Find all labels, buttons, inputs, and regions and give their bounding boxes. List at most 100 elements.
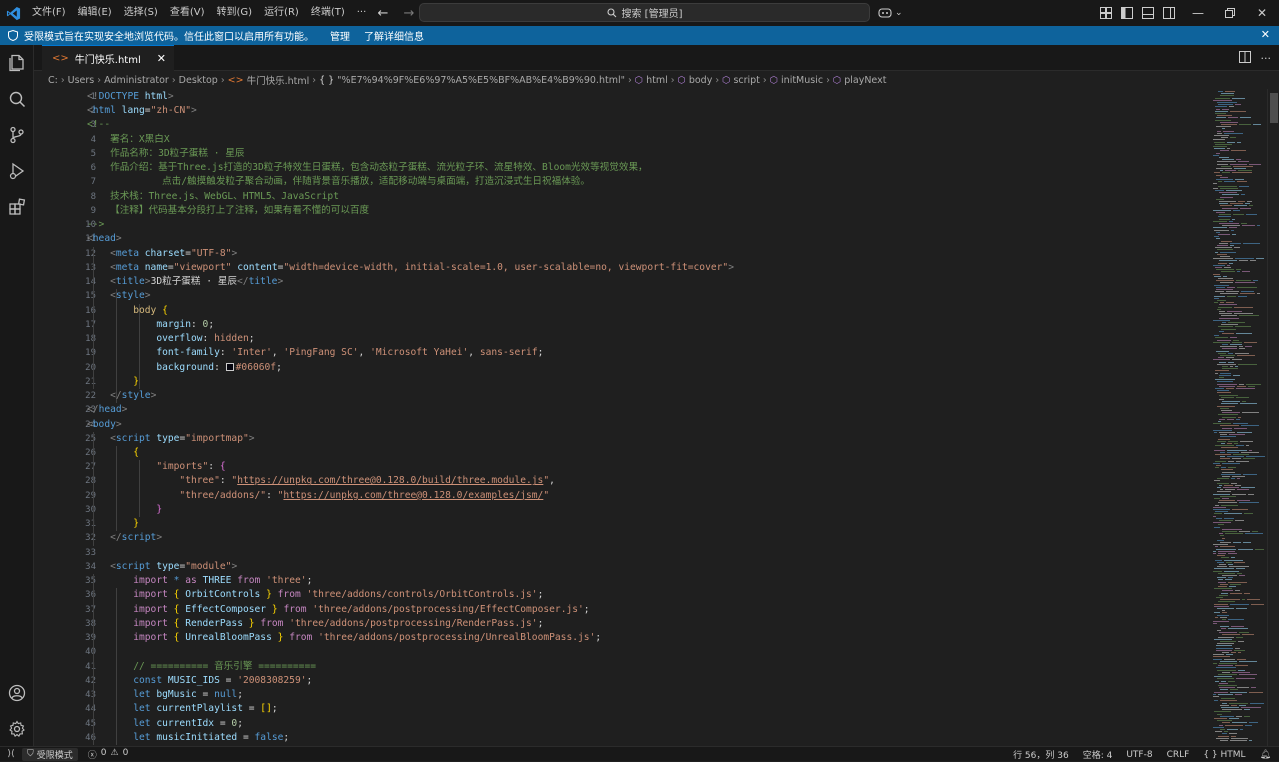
menu-edit[interactable]: 编辑(E) [72, 0, 118, 26]
code-line[interactable]: </script> [87, 531, 162, 545]
code-line[interactable]: import { EffectComposer } from 'three/ad… [87, 603, 589, 617]
code-line[interactable]: <!DOCTYPE html> [87, 90, 174, 104]
menu-terminal[interactable]: 终端(T) [305, 0, 351, 26]
encoding[interactable]: UTF-8 [1126, 750, 1152, 760]
code-line[interactable]: "imports": { [87, 460, 225, 474]
toggle-panel-icon[interactable] [1140, 5, 1156, 21]
code-line[interactable]: overflow: hidden; [87, 332, 254, 346]
line-ending[interactable]: CRLF [1167, 750, 1190, 760]
customize-layout-icon[interactable] [1098, 5, 1114, 21]
code-line[interactable]: 署名：X黑白X [87, 133, 170, 147]
code-area[interactable]: <!DOCTYPE html> <html lang="zh-CN"> <!-- 署… [87, 89, 1187, 746]
breadcrumb-encoded-name[interactable]: "%E7%94%9F%E6%97%A5%E5%BF%AB%E4%B9%90.ht… [337, 75, 625, 86]
code-line[interactable]: 技术栈：Three.js、WebGL、HTML5、JavaScript [87, 190, 339, 204]
code-line[interactable]: 点击/触摸触发粒子聚合动画，伴随背景音乐播放，适配移动端与桌面端，打造沉浸式生日… [87, 175, 590, 189]
language-mode[interactable]: { } HTML [1203, 750, 1245, 760]
tab-active-file[interactable]: <> 牛门快乐.html ✕ [42, 45, 174, 71]
menu-selection[interactable]: 选择(S) [118, 0, 164, 26]
run-debug-icon[interactable] [0, 154, 34, 188]
code-line[interactable]: </style> [87, 389, 156, 403]
code-line[interactable]: <script type="module"> [87, 560, 237, 574]
toggle-secondary-sidebar-icon[interactable] [1161, 5, 1177, 21]
breadcrumb-body[interactable]: body [689, 75, 713, 86]
menu-run[interactable]: 运行(R) [258, 0, 305, 26]
search-sidebar-icon[interactable] [0, 82, 34, 116]
menu-go[interactable]: 转到(G) [211, 0, 259, 26]
more-actions-icon[interactable]: ··· [1261, 52, 1272, 65]
account-icon[interactable] [0, 676, 34, 710]
menu-file[interactable]: 文件(F) [26, 0, 72, 26]
code-line[interactable]: body { [87, 304, 168, 318]
code-line[interactable]: --> [87, 218, 104, 232]
back-arrow-icon[interactable]: ← [374, 6, 392, 21]
scrollbar-thumb[interactable] [1270, 93, 1278, 123]
copilot-button[interactable]: ⌄ [878, 0, 903, 26]
code-line[interactable]: margin: 0; [87, 318, 214, 332]
forward-arrow-icon[interactable]: → [400, 6, 418, 21]
code-line[interactable]: 作品介绍：基于Three.js打造的3D粒子特效生日蛋糕，包含动态粒子蛋糕、流光… [87, 161, 648, 175]
code-line[interactable]: <title>3D粒子蛋糕 · 星辰</title> [87, 275, 283, 289]
code-line[interactable]: </head> [87, 403, 127, 417]
split-editor-icon[interactable] [1238, 50, 1251, 66]
code-line[interactable]: 【注释】代码基本分段打上了注释，如果有看不懂的可以百度 [87, 204, 369, 218]
explorer-icon[interactable] [0, 46, 34, 80]
breadcrumb-script[interactable]: script [733, 75, 759, 86]
toggle-primary-sidebar-icon[interactable] [1119, 5, 1135, 21]
code-line[interactable]: <head> [87, 232, 122, 246]
breadcrumb-administrator[interactable]: Administrator [104, 75, 169, 86]
code-line[interactable]: <script type="importmap"> [87, 432, 254, 446]
cursor-position[interactable]: 行 56，列 36 [1013, 748, 1069, 761]
banner-manage-link[interactable]: 管理 [330, 28, 350, 43]
restore-icon[interactable] [1214, 0, 1246, 26]
tab-close-icon[interactable]: ✕ [157, 52, 166, 65]
close-window-icon[interactable]: ✕ [1246, 0, 1278, 26]
extensions-icon[interactable] [0, 190, 34, 224]
minimap[interactable] [1209, 89, 1267, 746]
gear-icon[interactable] [0, 712, 34, 746]
breadcrumb-html[interactable]: html [646, 75, 668, 86]
code-line[interactable]: background: #06060f; [87, 361, 282, 375]
code-line[interactable]: font-family: 'Inter', 'PingFang SC', 'Mi… [87, 346, 543, 360]
code-line[interactable]: import * as THREE from 'three'; [87, 574, 312, 588]
indentation[interactable]: 空格: 4 [1083, 748, 1113, 761]
code-line[interactable]: import { OrbitControls } from 'three/add… [87, 588, 543, 602]
command-center-search[interactable]: 搜索 [管理员] [419, 3, 870, 22]
remote-indicator-icon[interactable]: ⟩⟨ [0, 747, 22, 762]
code-line[interactable]: 作品名称：3D粒子蛋糕 · 星辰 [87, 147, 244, 161]
code-line[interactable]: <meta charset="UTF-8"> [87, 247, 237, 261]
code-line[interactable]: "three/addons/": "https://unpkg.com/thre… [87, 489, 549, 503]
code-line[interactable]: const MUSIC_IDS = '2008308259'; [87, 674, 312, 688]
menu-view[interactable]: 查看(V) [164, 0, 211, 26]
restricted-mode-status[interactable]: ⛉ 受限模式 [22, 747, 78, 761]
code-line[interactable]: "three": "https://unpkg.com/three@0.128.… [87, 474, 554, 488]
breadcrumb-file[interactable]: 牛门快乐.html [247, 73, 310, 87]
notifications-bell-icon[interactable]: 🔔︎ [1260, 750, 1271, 760]
code-line[interactable]: <style> [87, 289, 150, 303]
code-editor[interactable]: 1 2 3 4 5 6 7 8 9 10 11 12 13 14 15 16 17 18 19 20 21 22 23 24 2… [34, 89, 1209, 746]
code-line[interactable]: } [87, 517, 139, 531]
code-line[interactable]: } [87, 375, 139, 389]
code-line[interactable]: let musicInitiated = false; [87, 731, 289, 745]
code-line[interactable]: <meta name="viewport" content="width=dev… [87, 261, 734, 275]
code-line[interactable]: <!-- [87, 118, 110, 132]
code-line[interactable]: import { UnrealBloomPass } from 'three/a… [87, 631, 601, 645]
code-line[interactable]: let currentIdx = 0; [87, 717, 243, 731]
code-line[interactable]: <html lang="zh-CN"> [87, 104, 197, 118]
menu-more[interactable]: ··· [351, 0, 373, 26]
code-line[interactable]: } [87, 503, 162, 517]
problems-status[interactable]: ⓧ 0 ⚠ 0 [88, 748, 129, 761]
code-line[interactable]: <body> [87, 418, 122, 432]
code-line[interactable]: // ========== 音乐引擎 ========== [87, 660, 316, 674]
breadcrumb-users[interactable]: Users [68, 75, 95, 86]
vertical-scrollbar[interactable] [1267, 89, 1279, 746]
breadcrumb-initmusic[interactable]: initMusic [781, 75, 823, 86]
breadcrumb-drive[interactable]: C: [48, 75, 58, 86]
code-line[interactable]: { [87, 446, 139, 460]
breadcrumb-playnext[interactable]: playNext [844, 75, 886, 86]
banner-close-icon[interactable]: ✕ [1261, 28, 1270, 41]
minimize-icon[interactable]: — [1182, 0, 1214, 26]
banner-learn-more-link[interactable]: 了解详细信息 [364, 28, 424, 43]
code-line[interactable]: import { RenderPass } from 'three/addons… [87, 617, 543, 631]
breadcrumb-desktop[interactable]: Desktop [179, 75, 218, 86]
color-swatch[interactable] [225, 362, 234, 371]
